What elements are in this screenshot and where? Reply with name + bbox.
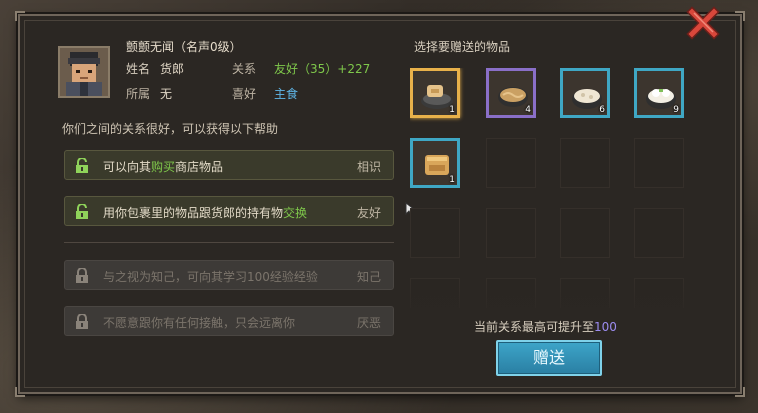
gift-selection-title: 选择要赠送的物品 (414, 40, 511, 54)
surname-value: 货郎 (160, 62, 185, 76)
close-icon[interactable] (686, 6, 720, 40)
gift-button[interactable]: 赠送 (496, 340, 602, 376)
unlocked-padlock-icon (76, 158, 88, 173)
benefit-level: 厌恶 (356, 316, 381, 330)
benefit-text: 可以向其购买商店物品 (103, 160, 224, 174)
benefit-level: 相识 (356, 160, 381, 174)
hobby-label: 喜好 (232, 87, 257, 101)
gift-item-slot[interactable]: 1 (410, 138, 460, 188)
unlocked-padlock-icon (76, 204, 88, 219)
item-count: 1 (449, 175, 455, 185)
npc-name-title: 颤颤无闻（名声0级） (126, 40, 242, 54)
frame-corner (15, 11, 25, 21)
empty-item-slot (634, 138, 684, 188)
gift-item-slot[interactable]: 9 (634, 68, 684, 118)
max-relation-note: 当前关系最高可提升至100 (474, 320, 617, 334)
surname-label: 姓名 (126, 62, 151, 76)
benefit-row-trade: 用你包裹里的物品跟货郎的持有物交换 友好 (64, 196, 394, 226)
empty-item-slot (486, 138, 536, 188)
relation-description: 你们之间的关系很好，可以获得以下帮助 (62, 122, 279, 136)
item-count: 6 (599, 105, 605, 115)
gift-item-slot[interactable]: 4 (486, 68, 536, 118)
hobby-value: 主食 (274, 87, 299, 101)
benefit-text: 不愿意跟你有任何接触，只会远离你 (103, 316, 296, 330)
relation-label: 关系 (232, 62, 257, 76)
gift-item-slot[interactable]: 1 (410, 68, 460, 118)
benefit-level: 知己 (356, 270, 381, 284)
benefit-row-hostile: 不愿意跟你有任何接触，只会远离你 厌恶 (64, 306, 394, 336)
item-count: 4 (525, 105, 531, 115)
empty-item-slot (560, 208, 610, 258)
benefit-divider (64, 242, 394, 243)
empty-item-slot (560, 138, 610, 188)
item-count: 1 (449, 105, 455, 115)
faction-label: 所属 (126, 87, 151, 101)
faction-value: 无 (160, 87, 173, 101)
empty-item-slot (634, 208, 684, 258)
relation-value: 友好（35）+227 (274, 62, 371, 76)
locked-padlock-icon (76, 314, 88, 329)
frame-corner (15, 387, 25, 397)
benefit-row-confidant: 与之视为知己，可向其学习100经验经验 知己 (64, 260, 394, 290)
grid-scroll-fade (410, 270, 700, 320)
empty-item-slot (486, 208, 536, 258)
benefit-row-buy: 可以向其购买商店物品 相识 (64, 150, 394, 180)
benefit-text: 与之视为知己，可向其学习100经验经验 (103, 270, 318, 284)
frame-corner (735, 387, 745, 397)
frame-corner (735, 11, 745, 21)
gift-item-slot[interactable]: 6 (560, 68, 610, 118)
benefit-level: 友好 (356, 206, 381, 220)
empty-item-slot (410, 208, 460, 258)
benefit-text: 用你包裹里的物品跟货郎的持有物交换 (103, 206, 308, 220)
locked-padlock-icon (76, 268, 88, 283)
item-count: 9 (673, 105, 679, 115)
npc-portrait-avatar (58, 46, 110, 98)
